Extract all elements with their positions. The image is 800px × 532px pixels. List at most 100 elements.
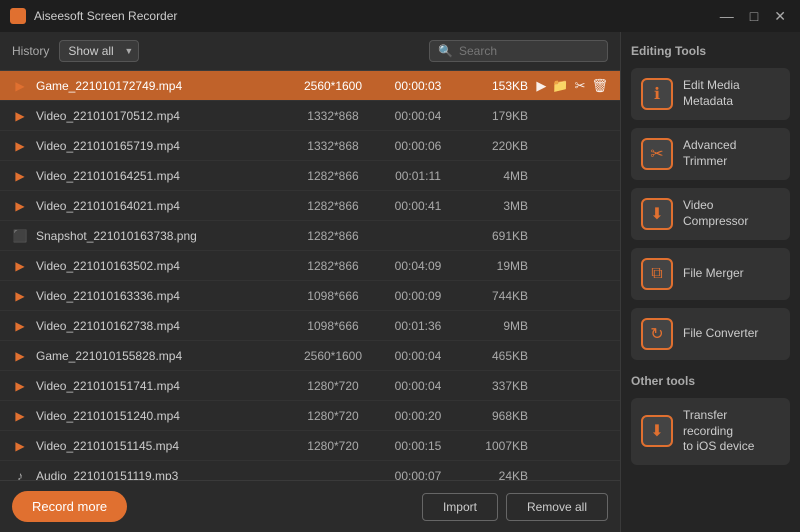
transfer-ios-icon: ⬇ — [641, 415, 673, 447]
table-row[interactable]: ▶ Video_221010151240.mp4 1280*720 00:00:… — [0, 401, 620, 431]
table-row[interactable]: ▶ Video_221010163336.mp4 1098*666 00:00:… — [0, 281, 620, 311]
file-name: Video_221010164021.mp4 — [36, 199, 288, 213]
file-name: Video_221010163502.mp4 — [36, 259, 288, 273]
right-panel: Editing Tools ℹ Edit MediaMetadata ✂ Adv… — [620, 32, 800, 532]
import-button[interactable]: Import — [422, 493, 498, 521]
file-duration: 00:00:03 — [378, 79, 458, 93]
file-size: 9MB — [458, 319, 528, 333]
search-box[interactable]: 🔍 — [429, 40, 608, 62]
table-row[interactable]: ▶ Game_221010172749.mp4 2560*1600 00:00:… — [0, 71, 620, 101]
file-resolution: 1098*666 — [288, 289, 378, 303]
file-size: 179KB — [458, 109, 528, 123]
delete-button[interactable]: 🗑 — [591, 78, 608, 94]
window-controls[interactable]: — □ ✕ — [716, 8, 790, 25]
file-size: 220KB — [458, 139, 528, 153]
maximize-button[interactable]: □ — [746, 8, 762, 25]
file-duration: 00:04:09 — [378, 259, 458, 273]
file-type-icon: ▶ — [12, 378, 28, 394]
file-resolution: 1332*868 — [288, 109, 378, 123]
file-resolution: 1282*866 — [288, 199, 378, 213]
close-button[interactable]: ✕ — [770, 8, 790, 25]
tool-file-converter[interactable]: ↻ File Converter — [631, 308, 790, 360]
video-compressor-label: VideoCompressor — [683, 198, 748, 229]
folder-button[interactable]: 📁 — [552, 78, 568, 94]
other-tools-container: ⬇ Transfer recordingto iOS device — [631, 398, 790, 465]
file-resolution: 1280*720 — [288, 379, 378, 393]
file-name: Video_221010163336.mp4 — [36, 289, 288, 303]
file-duration: 00:00:41 — [378, 199, 458, 213]
file-type-icon: ♪ — [12, 468, 28, 481]
file-size: 3MB — [458, 199, 528, 213]
tool-advanced-trimmer[interactable]: ✂ AdvancedTrimmer — [631, 128, 790, 180]
table-row[interactable]: ▶ Video_221010164251.mp4 1282*866 00:01:… — [0, 161, 620, 191]
other-tools-section: Other tools ⬇ Transfer recordingto iOS d… — [631, 374, 790, 473]
history-select[interactable]: Show all — [59, 40, 139, 62]
tool-edit-metadata[interactable]: ℹ Edit MediaMetadata — [631, 68, 790, 120]
title-bar-left: Aiseesoft Screen Recorder — [10, 8, 177, 24]
file-resolution: 1098*666 — [288, 319, 378, 333]
tool-file-merger[interactable]: ⧉ File Merger — [631, 248, 790, 300]
file-list: ▶ Game_221010172749.mp4 2560*1600 00:00:… — [0, 71, 620, 480]
video-compressor-icon: ⬇ — [641, 198, 673, 230]
transfer-ios-label: Transfer recordingto iOS device — [683, 408, 780, 455]
file-resolution: 1282*866 — [288, 169, 378, 183]
tool-transfer-ios[interactable]: ⬇ Transfer recordingto iOS device — [631, 398, 790, 465]
file-type-icon: ▶ — [12, 168, 28, 184]
file-name: Video_221010162738.mp4 — [36, 319, 288, 333]
file-duration: 00:00:06 — [378, 139, 458, 153]
file-name: Video_221010170512.mp4 — [36, 109, 288, 123]
file-size: 691KB — [458, 229, 528, 243]
file-name: Video_221010151240.mp4 — [36, 409, 288, 423]
trim-button[interactable]: ✂ — [575, 78, 586, 94]
file-type-icon: ▶ — [12, 198, 28, 214]
file-name: Video_221010164251.mp4 — [36, 169, 288, 183]
table-row[interactable]: ⬛ Snapshot_221010163738.png 1282*866 691… — [0, 221, 620, 251]
minimize-button[interactable]: — — [716, 8, 738, 25]
file-type-icon: ▶ — [12, 258, 28, 274]
edit-metadata-label: Edit MediaMetadata — [683, 78, 740, 109]
file-size: 744KB — [458, 289, 528, 303]
file-duration: 00:00:04 — [378, 109, 458, 123]
file-type-icon: ⬛ — [12, 228, 28, 244]
file-size: 968KB — [458, 409, 528, 423]
file-resolution: 1282*866 — [288, 259, 378, 273]
table-row[interactable]: ▶ Game_221010155828.mp4 2560*1600 00:00:… — [0, 341, 620, 371]
file-size: 1007KB — [458, 439, 528, 453]
table-row[interactable]: ♪ Audio_221010151119.mp3 00:00:07 24KB — [0, 461, 620, 480]
table-row[interactable]: ▶ Video_221010163502.mp4 1282*866 00:04:… — [0, 251, 620, 281]
file-duration: 00:00:04 — [378, 379, 458, 393]
file-duration: 00:01:36 — [378, 319, 458, 333]
file-name: Audio_221010151119.mp3 — [36, 469, 288, 481]
table-row[interactable]: ▶ Video_221010164021.mp4 1282*866 00:00:… — [0, 191, 620, 221]
file-duration: 00:00:04 — [378, 349, 458, 363]
tool-video-compressor[interactable]: ⬇ VideoCompressor — [631, 188, 790, 240]
file-name: Game_221010172749.mp4 — [36, 79, 288, 93]
file-duration: 00:00:07 — [378, 469, 458, 481]
toolbar: History Show all 🔍 — [0, 32, 620, 71]
show-all-wrapper[interactable]: Show all — [59, 40, 139, 62]
remove-all-button[interactable]: Remove all — [506, 493, 608, 521]
file-converter-icon: ↻ — [641, 318, 673, 350]
table-row[interactable]: ▶ Video_221010151741.mp4 1280*720 00:00:… — [0, 371, 620, 401]
table-row[interactable]: ▶ Video_221010165719.mp4 1332*868 00:00:… — [0, 131, 620, 161]
file-duration: 00:01:11 — [378, 169, 458, 183]
advanced-trimmer-label: AdvancedTrimmer — [683, 138, 736, 169]
edit-metadata-icon: ℹ — [641, 78, 673, 110]
play-button[interactable]: ▶ — [536, 78, 546, 94]
file-resolution: 1332*868 — [288, 139, 378, 153]
file-type-icon: ▶ — [12, 138, 28, 154]
table-row[interactable]: ▶ Video_221010151145.mp4 1280*720 00:00:… — [0, 431, 620, 461]
file-resolution: 1280*720 — [288, 439, 378, 453]
left-panel: History Show all 🔍 ▶ Game_221010172749.m… — [0, 32, 620, 532]
history-label: History — [12, 44, 49, 58]
file-name: Video_221010151145.mp4 — [36, 439, 288, 453]
file-size: 153KB — [458, 79, 528, 93]
file-resolution: 1280*720 — [288, 409, 378, 423]
table-row[interactable]: ▶ Video_221010162738.mp4 1098*666 00:01:… — [0, 311, 620, 341]
record-more-button[interactable]: Record more — [12, 491, 127, 522]
file-type-icon: ▶ — [12, 108, 28, 124]
search-input[interactable] — [459, 44, 599, 58]
main-container: History Show all 🔍 ▶ Game_221010172749.m… — [0, 32, 800, 532]
table-row[interactable]: ▶ Video_221010170512.mp4 1332*868 00:00:… — [0, 101, 620, 131]
file-duration: 00:00:15 — [378, 439, 458, 453]
